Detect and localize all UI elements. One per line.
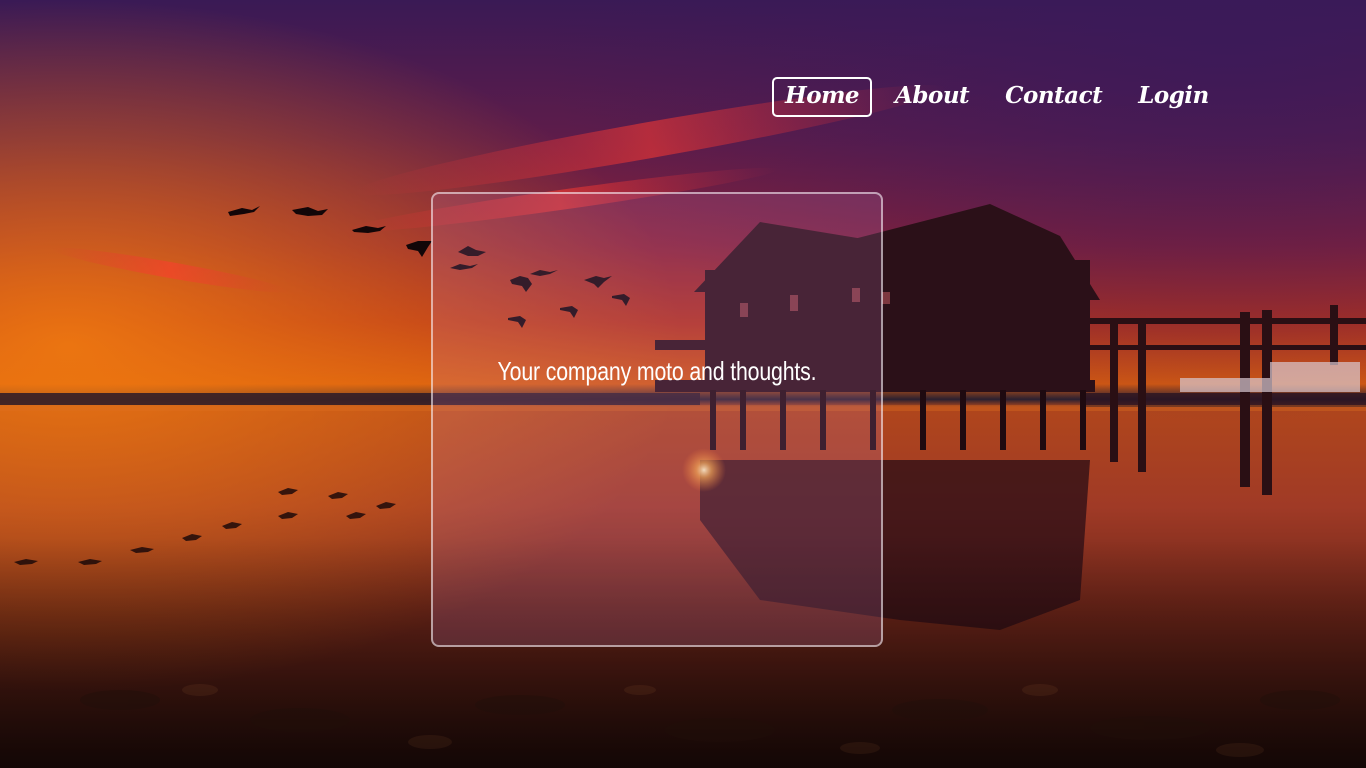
nav-contact-link[interactable]: Contact bbox=[992, 77, 1115, 117]
nav-home-link[interactable]: Home bbox=[772, 77, 873, 117]
main-nav: Home About Contact Login bbox=[772, 77, 1232, 117]
nav-login-link[interactable]: Login bbox=[1125, 77, 1222, 117]
company-moto: Your company moto and thoughts. bbox=[497, 356, 817, 386]
hero-background: Home About Contact Login Your company mo… bbox=[0, 0, 1366, 768]
hero-card: Your company moto and thoughts. bbox=[431, 192, 883, 647]
nav-about-link[interactable]: About bbox=[882, 77, 982, 117]
